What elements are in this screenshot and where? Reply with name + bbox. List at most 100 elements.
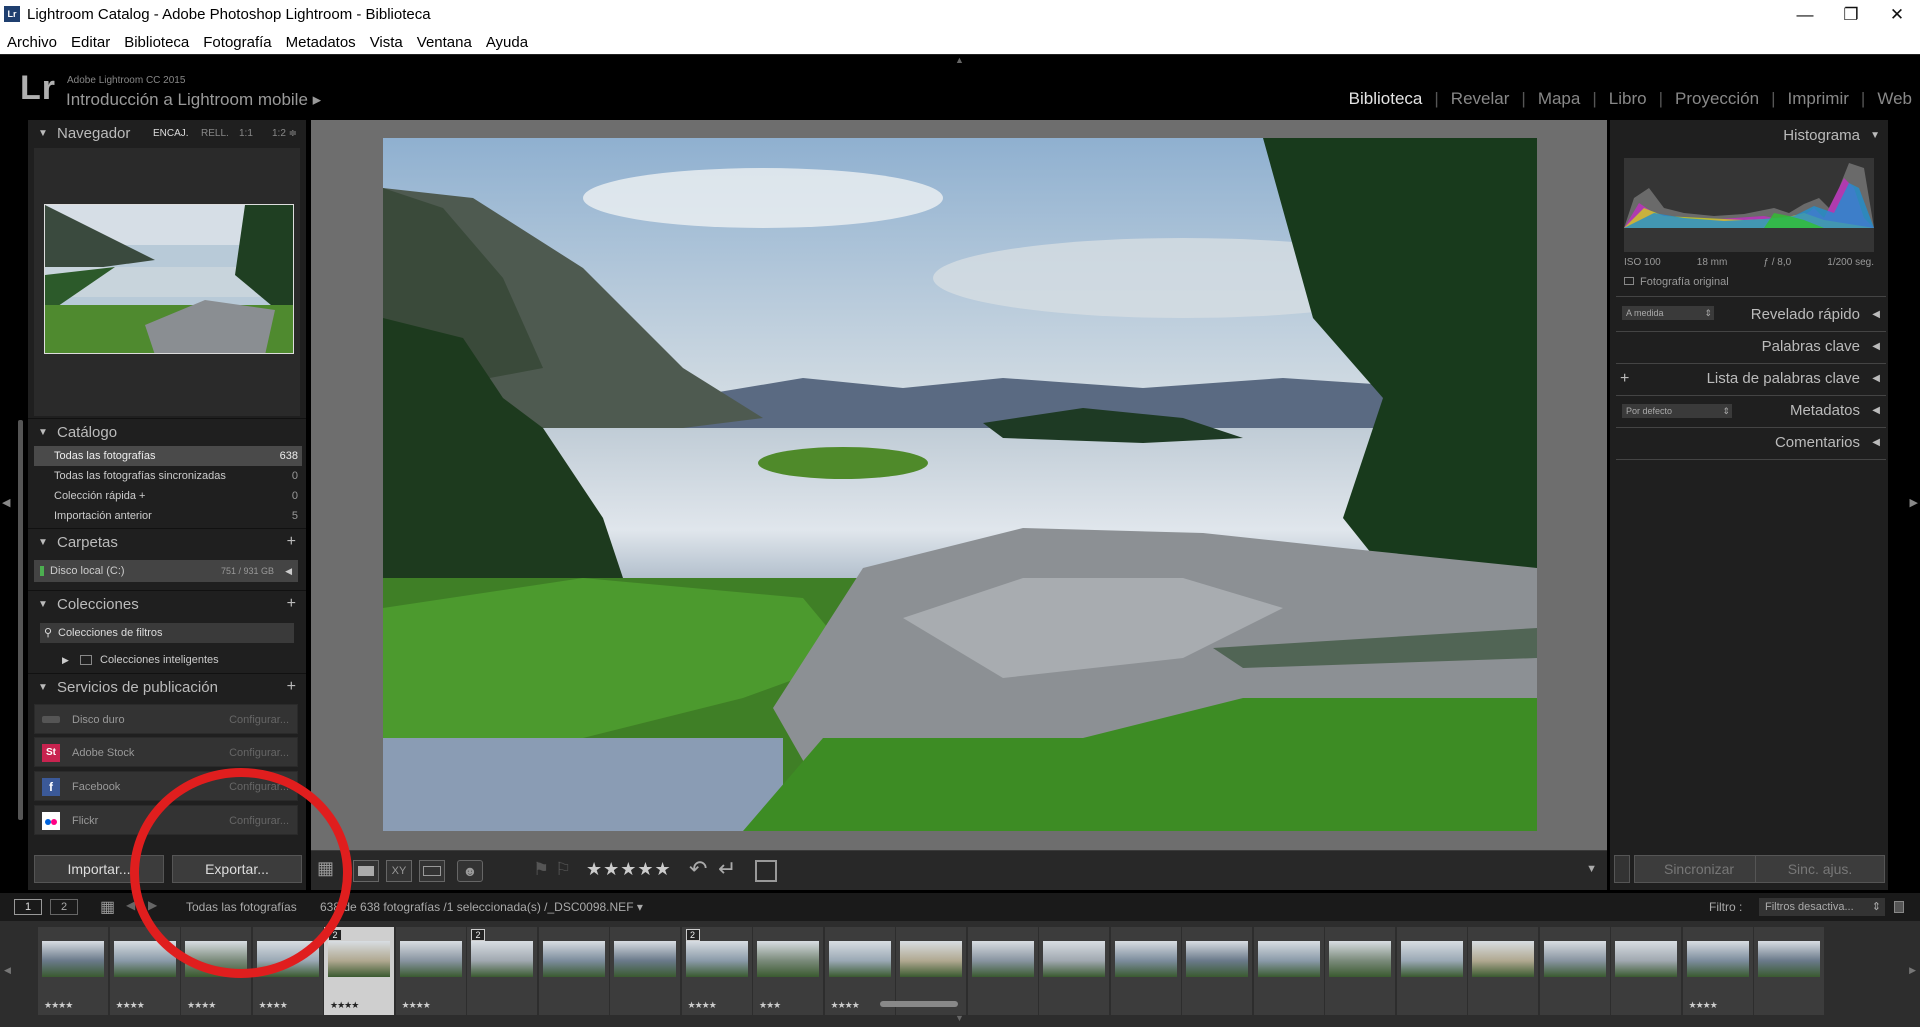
checkbox-icon[interactable] [1624,277,1634,285]
filmstrip-thumb[interactable] [1325,927,1395,1015]
zoom-1-2[interactable]: 1:2 ≑ [272,120,297,148]
close-icon[interactable]: ✕ [1874,0,1920,30]
comments-header[interactable]: Comentarios ◀ [1610,427,1888,459]
filmstrip-thumb[interactable] [538,927,609,1015]
menu-vista[interactable]: Vista [370,34,403,51]
filmstrip-thumb[interactable] [1468,927,1538,1015]
zoom-fill[interactable]: RELL. [201,120,229,148]
configure-link[interactable]: Configurar... [229,738,289,768]
add-publish-icon[interactable]: + [287,673,296,701]
catalog-name[interactable]: Introducción a Lightroom mobile ▸ [66,90,321,110]
catalog-row[interactable]: Colección rápida + 0 [34,486,302,506]
module-web[interactable]: Web [1865,89,1912,109]
rotate-right-icon[interactable]: ↵ [718,856,736,882]
filmstrip-thumb[interactable]: 2 ★★★★ [681,927,752,1015]
menu-biblioteca[interactable]: Biblioteca [124,34,189,51]
collections-header[interactable]: ▼ Colecciones + [28,590,306,618]
menu-editar[interactable]: Editar [71,34,110,51]
disk-row[interactable]: Disco local (C:) 751 / 931 GB ◀ [34,560,298,582]
menu-metadatos[interactable]: Metadatos [286,34,356,51]
module-revelar[interactable]: Revelar [1439,89,1522,109]
filmstrip-thumb[interactable]: ★★★★ [395,927,466,1015]
toolbar-options-icon[interactable]: ▼ [1586,863,1597,875]
sync-button[interactable]: Sincronizar [1634,855,1764,883]
collapse-right-icon[interactable]: ▶ [1910,496,1918,509]
people-view-icon[interactable]: ☻ [457,860,483,882]
filmstrip-thumb[interactable] [1039,927,1109,1015]
histogram-header[interactable]: Histograma ▼ [1610,120,1888,152]
add-collection-icon[interactable]: + [287,590,296,618]
menu-archivo[interactable]: Archivo [7,34,57,51]
publish-header[interactable]: ▼ Servicios de publicación + [28,673,306,701]
quick-develop-preset[interactable]: A medida ⇕ [1622,306,1714,320]
publish-service[interactable]: St Adobe Stock Configurar... [34,737,298,767]
menu-fotografia[interactable]: Fotografía [203,34,271,51]
expand-triangle-icon[interactable]: ▶ [62,650,69,670]
left-panel-scrollbar[interactable] [18,420,23,820]
filmstrip-thumb[interactable] [1611,927,1681,1015]
flag-reject-icon[interactable]: ⚐ [555,859,571,880]
filmstrip-thumb[interactable]: ★★★★ [38,927,108,1015]
second-window-button[interactable]: 2 [50,899,78,915]
menu-ayuda[interactable]: Ayuda [486,34,528,51]
filmstrip-right-icon[interactable]: ▶ [1909,965,1916,976]
stack-badge[interactable]: 2 [685,929,700,941]
catalog-row[interactable]: Importación anterior 5 [34,506,302,526]
filmstrip-thumb[interactable]: 2 ★★★★ [324,927,394,1015]
add-keyword-icon[interactable]: + [1620,363,1629,395]
module-mapa[interactable]: Mapa [1526,89,1593,109]
survey-view-icon[interactable] [419,860,445,882]
filmstrip-status[interactable]: 638 de 638 fotografías /1 seleccionada(s… [320,900,643,914]
original-photo-row[interactable]: Fotografía original [1624,276,1729,288]
catalog-row[interactable]: Todas las fotografías sincronizadas 0 [34,466,302,486]
filmstrip-thumb[interactable] [967,927,1038,1015]
filmstrip-scrollbar[interactable] [880,1001,958,1007]
filmstrip-thumb[interactable] [1110,927,1181,1015]
sync-toggle-icon[interactable] [1614,855,1630,883]
navigator-preview[interactable] [44,204,294,354]
disk-toggle-icon[interactable]: ◀ [285,560,292,582]
metadata-preset[interactable]: Por defecto ⇕ [1622,404,1732,418]
filter-lock-icon[interactable] [1894,901,1904,913]
rotate-left-icon[interactable]: ↶ [689,856,707,882]
main-photo[interactable] [383,138,1537,831]
filmstrip-thumb[interactable] [1396,927,1467,1015]
filmstrip-thumb[interactable]: ★★★★ [1682,927,1753,1015]
filmstrip-thumb[interactable]: ★★★ [753,927,823,1015]
filmstrip-thumb[interactable] [1539,927,1610,1015]
zoom-1-1[interactable]: 1:1 [239,120,253,148]
collection-filter[interactable]: ⚲ Colecciones de filtros [40,623,294,643]
minimize-icon[interactable]: — [1782,0,1828,30]
keyword-list-header[interactable]: + Lista de palabras clave ◀ [1610,363,1888,395]
filmstrip-thumb[interactable] [1754,927,1824,1015]
module-biblioteca[interactable]: Biblioteca [1337,89,1435,109]
module-proyeccion[interactable]: Proyección [1663,89,1771,109]
add-folder-icon[interactable]: + [287,528,296,556]
module-libro[interactable]: Libro [1597,89,1659,109]
crop-overlay-icon[interactable] [755,860,777,882]
grid-icon[interactable]: ▦ [100,897,115,917]
main-window-button[interactable]: 1 [14,899,42,915]
filmstrip-thumb[interactable] [1253,927,1324,1015]
filmstrip-thumb[interactable] [610,927,680,1015]
configure-link[interactable]: Configurar... [229,705,289,735]
collapse-left-icon[interactable]: ◀ [2,496,10,509]
filmstrip-thumb[interactable]: 2 [467,927,537,1015]
loupe-view-icon[interactable] [353,860,379,882]
smart-collections-row[interactable]: ▶ Colecciones inteligentes [34,650,298,670]
rating-stars[interactable]: ★★★★★ [586,859,672,880]
catalog-header[interactable]: ▼ Catálogo [28,418,306,446]
filter-select[interactable]: Filtros desactiva... ⇕ [1759,898,1885,916]
filmstrip-thumb[interactable] [1182,927,1252,1015]
collapse-top-icon[interactable]: ▲ [955,55,964,65]
menu-ventana[interactable]: Ventana [417,34,472,51]
collapse-bottom-icon[interactable]: ▼ [955,1013,964,1023]
histogram[interactable]: ISO 100 18 mm ƒ / 8,0 1/200 seg. [1624,158,1874,268]
flag-pick-icon[interactable]: ⚑ [533,859,549,880]
navigator-header[interactable]: ▼ Navegador ENCAJ. RELL. 1:1 1:2 ≑ [28,120,306,148]
module-imprimir[interactable]: Imprimir [1776,89,1861,109]
keywords-header[interactable]: Palabras clave ◀ [1610,331,1888,363]
sync-settings-button[interactable]: Sinc. ajus. [1755,855,1885,883]
maximize-icon[interactable]: ❐ [1828,0,1874,30]
loupe-view[interactable] [311,120,1607,850]
